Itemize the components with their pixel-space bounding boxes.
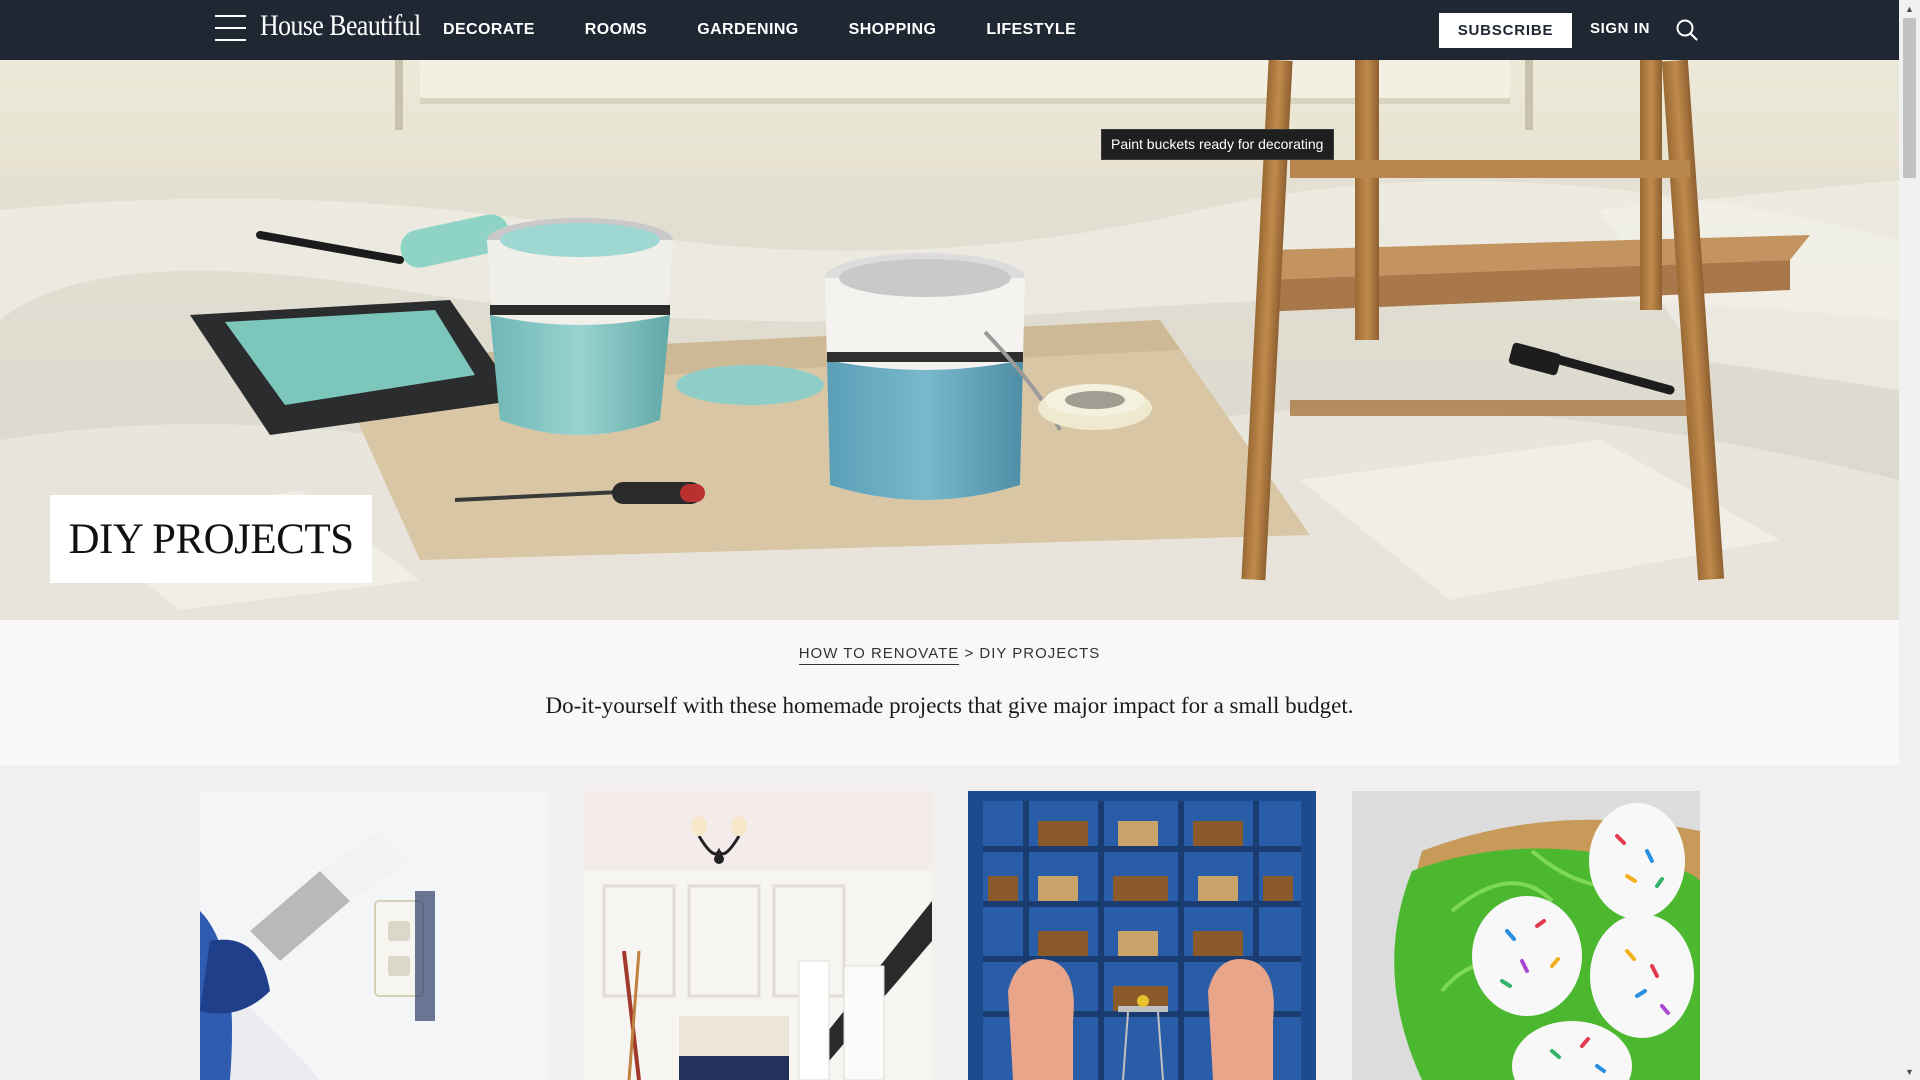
article-card-2[interactable] [584, 791, 932, 1080]
card-image-sprinkle-easter-eggs [1352, 791, 1700, 1080]
card-image-white-wainscot-hallway [584, 791, 932, 1080]
nav-item-rooms[interactable]: ROOMS [585, 21, 647, 39]
scrollbar-thumb[interactable] [1903, 18, 1916, 178]
card-image-painting-outlet [200, 791, 548, 1080]
scroll-up-arrow-icon[interactable]: ▲ [1899, 0, 1920, 17]
hero-banner: Paint buckets ready for decorating DIY P… [0, 60, 1899, 620]
search-icon[interactable] [1675, 18, 1699, 42]
page-scrollbar[interactable]: ▲ ▼ [1899, 0, 1920, 1080]
nav-item-shopping[interactable]: SHOPPING [849, 21, 937, 39]
breadcrumb-current: DIY PROJECTS [979, 645, 1101, 662]
sign-in-link[interactable]: SIGN IN [1590, 20, 1650, 37]
nav-item-decorate[interactable]: DECORATE [443, 21, 535, 39]
card-image-blue-bookshelves-library [968, 791, 1316, 1080]
site-header: House Beautiful DECORATE ROOMS GARDENING… [0, 0, 1899, 60]
section-description: Do-it-yourself with these homemade proje… [545, 693, 1354, 718]
nav-item-gardening[interactable]: GARDENING [697, 21, 798, 39]
site-logo[interactable]: House Beautiful [260, 9, 421, 43]
scroll-down-arrow-icon[interactable]: ▼ [1899, 1063, 1920, 1080]
hero-title-box: DIY PROJECTS [50, 495, 372, 583]
article-card-4[interactable] [1352, 791, 1700, 1080]
nav-item-lifestyle[interactable]: LIFESTYLE [986, 21, 1076, 39]
hamburger-menu-icon[interactable] [215, 14, 247, 44]
breadcrumb-separator: > [964, 645, 975, 662]
page-title: DIY PROJECTS [68, 515, 354, 563]
article-grid [0, 791, 1899, 1080]
article-card-1[interactable] [200, 791, 548, 1080]
subscribe-button[interactable]: SUBSCRIBE [1439, 13, 1572, 48]
breadcrumb-link-how-to-renovate[interactable]: HOW TO RENOVATE [798, 645, 960, 665]
main-nav: DECORATE ROOMS GARDENING SHOPPING LIFEST… [443, 0, 1126, 60]
breadcrumb: HOW TO RENOVATE > DIY PROJECTS [0, 645, 1899, 665]
image-caption-tooltip: Paint buckets ready for decorating [1101, 129, 1335, 160]
article-card-3[interactable] [968, 791, 1316, 1080]
section-intro: HOW TO RENOVATE > DIY PROJECTS Do-it-you… [0, 620, 1899, 765]
